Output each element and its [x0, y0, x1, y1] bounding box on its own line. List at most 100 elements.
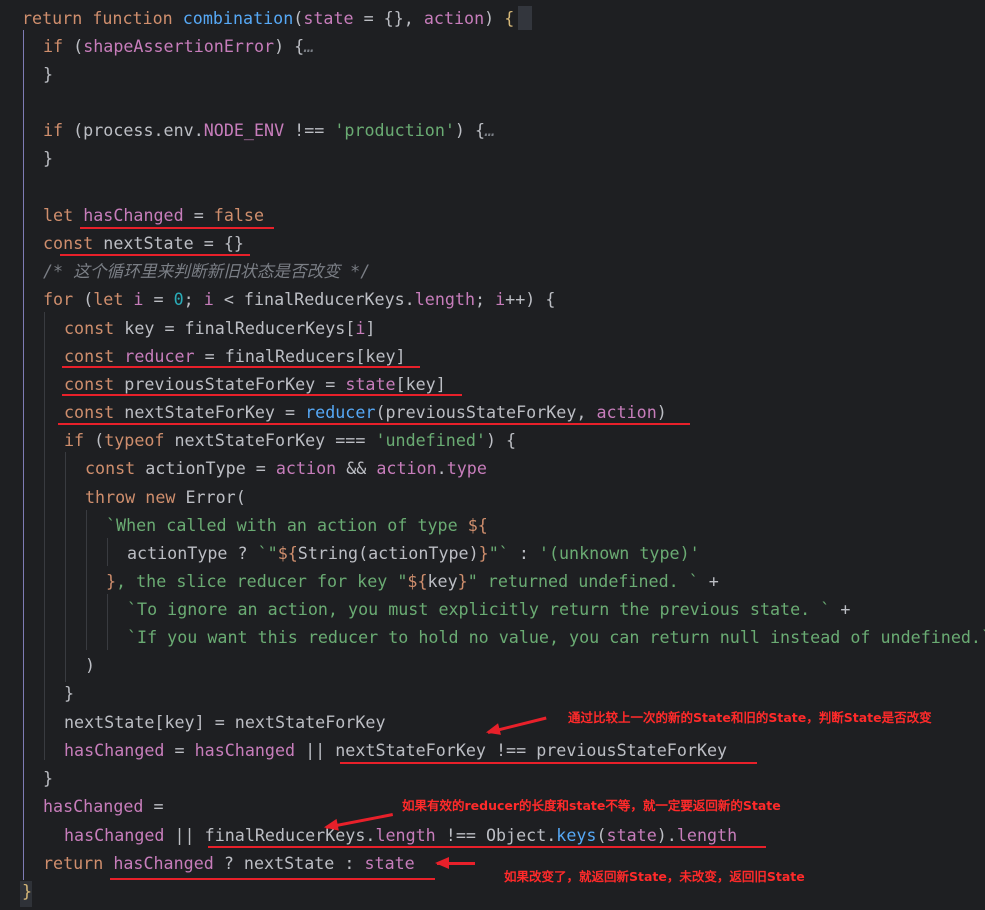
code-token: length [375, 825, 436, 845]
code-token: ). [656, 825, 677, 845]
code-line[interactable]: ) [85, 651, 95, 679]
underline-next-state-for-key [58, 423, 690, 425]
code-token: ( [83, 289, 94, 309]
code-line[interactable]: let hasChanged = false [43, 201, 264, 229]
code-token: (previousStateForKey, [375, 402, 597, 422]
code-token: ; [475, 289, 496, 309]
code-token: keys [556, 825, 597, 845]
code-token: combination [182, 8, 294, 28]
code-token: return [43, 853, 114, 873]
code-token: nextState = {} [103, 233, 244, 253]
code-line[interactable]: } [43, 144, 53, 172]
code-line[interactable]: actionType ? `"${String(actionType)}"` :… [127, 539, 700, 567]
code-token: ) [484, 8, 505, 28]
underline-compare [340, 762, 757, 764]
code-line[interactable]: } [22, 877, 32, 905]
code-token: nextStateForKey === [174, 430, 376, 450]
code-token: " returned undefined. ` [467, 571, 699, 591]
indent-guide [107, 594, 108, 650]
annotation-note: 如果有效的reducer的长度和state不等，就一定要返回新的State [402, 798, 781, 813]
code-token: ; [183, 289, 204, 309]
code-line[interactable]: } [64, 679, 74, 707]
code-token: } [43, 768, 54, 788]
code-token: < finalReducerKeys. [213, 289, 415, 309]
code-token: } [478, 543, 489, 563]
code-token: previousStateForKey = [124, 374, 346, 394]
code-token: `To ignore an action, you must explicitl… [127, 599, 831, 619]
code-token: actionType ? [127, 543, 258, 563]
code-line[interactable]: /* 这个循环里来判断新旧状态是否改变 */ [43, 257, 370, 285]
code-token: = {}, [353, 8, 424, 28]
code-token: hasChanged [113, 853, 214, 873]
code-line[interactable]: const actionType = action && action.type [85, 454, 487, 482]
code-token: hasChanged [43, 796, 144, 816]
code-line[interactable]: const key = finalReducerKeys[i] [64, 314, 375, 342]
code-token: } [43, 148, 54, 168]
underline-previous-state [62, 394, 462, 396]
annotation-arrow [435, 857, 475, 869]
code-token: hasChanged [64, 825, 165, 845]
code-token: const [64, 402, 125, 422]
code-token: 'production' [334, 120, 455, 140]
code-token: state [606, 825, 657, 845]
code-token: function [92, 8, 183, 28]
code-token: ${ [277, 543, 298, 563]
code-token: !== Object. [435, 825, 557, 845]
code-token: const [64, 346, 125, 366]
code-token: const [64, 374, 125, 394]
code-line[interactable]: }, the slice reducer for key "${key}" re… [106, 567, 719, 595]
code-line[interactable]: `When called with an action of type ${ [106, 511, 488, 539]
underline-next-state [60, 254, 250, 256]
code-token: hasChanged [64, 740, 165, 760]
code-token: if [43, 120, 74, 140]
code-line[interactable]: return hasChanged ? nextState : state [43, 849, 415, 877]
code-token: reducer [305, 402, 376, 422]
code-token: ++) { [505, 289, 556, 309]
code-line[interactable]: const nextState = {} [43, 229, 244, 257]
code-line[interactable]: } [43, 764, 53, 792]
code-token: const [85, 458, 146, 478]
code-token: 'undefined' [375, 430, 486, 450]
code-token: i [495, 289, 506, 309]
code-token: ( [293, 8, 304, 28]
code-editor[interactable]: return function combination(state = {}, … [0, 0, 985, 910]
code-token: . [436, 458, 447, 478]
code-line[interactable]: hasChanged = [43, 792, 164, 820]
code-token: key [427, 571, 458, 591]
code-line[interactable]: return function combination(state = {}, … [22, 4, 514, 32]
code-token: shapeAssertionError [83, 36, 275, 56]
code-line[interactable]: `If you want this reducer to hold no val… [127, 623, 985, 651]
code-token: throw new [85, 487, 186, 507]
code-token: action [376, 458, 437, 478]
code-line[interactable]: const nextStateForKey = reducer(previous… [64, 398, 667, 426]
code-token: hasChanged [83, 205, 184, 225]
code-token: let [43, 205, 84, 225]
code-token: const [43, 233, 104, 253]
brace-highlight [518, 6, 532, 30]
code-token: : [508, 543, 539, 563]
code-token: ) [656, 402, 667, 422]
code-token: '(unknown type)' [538, 543, 700, 563]
code-line[interactable]: nextState[key] = nextStateForKey [64, 708, 386, 736]
code-token: } [43, 64, 54, 84]
code-token: ) { [454, 120, 486, 140]
code-line[interactable]: throw new Error( [85, 483, 246, 511]
code-line[interactable]: } [43, 60, 53, 88]
code-line[interactable]: hasChanged = hasChanged || nextStateForK… [64, 736, 727, 764]
code-line[interactable]: for (let i = 0; i < finalReducerKeys.len… [43, 285, 555, 313]
code-token: = [183, 205, 214, 225]
code-token: action [596, 402, 657, 422]
code-line[interactable]: if (typeof nextStateForKey === 'undefine… [64, 426, 516, 454]
code-line[interactable]: `To ignore an action, you must explicitl… [127, 595, 850, 623]
code-token: ) { [274, 36, 305, 56]
code-token: if [43, 36, 74, 56]
code-token: (process.env. [73, 120, 204, 140]
code-line[interactable]: hasChanged || finalReducerKeys.length !=… [64, 821, 737, 849]
code-token: ) [85, 655, 96, 675]
code-line[interactable]: if (shapeAssertionError) {… [43, 32, 314, 60]
code-token: … [304, 36, 315, 56]
indent-guide [65, 452, 66, 682]
code-line[interactable]: if (process.env.NODE_ENV !== 'production… [43, 116, 495, 144]
code-token: `" [257, 543, 278, 563]
code-token: action [275, 458, 337, 478]
